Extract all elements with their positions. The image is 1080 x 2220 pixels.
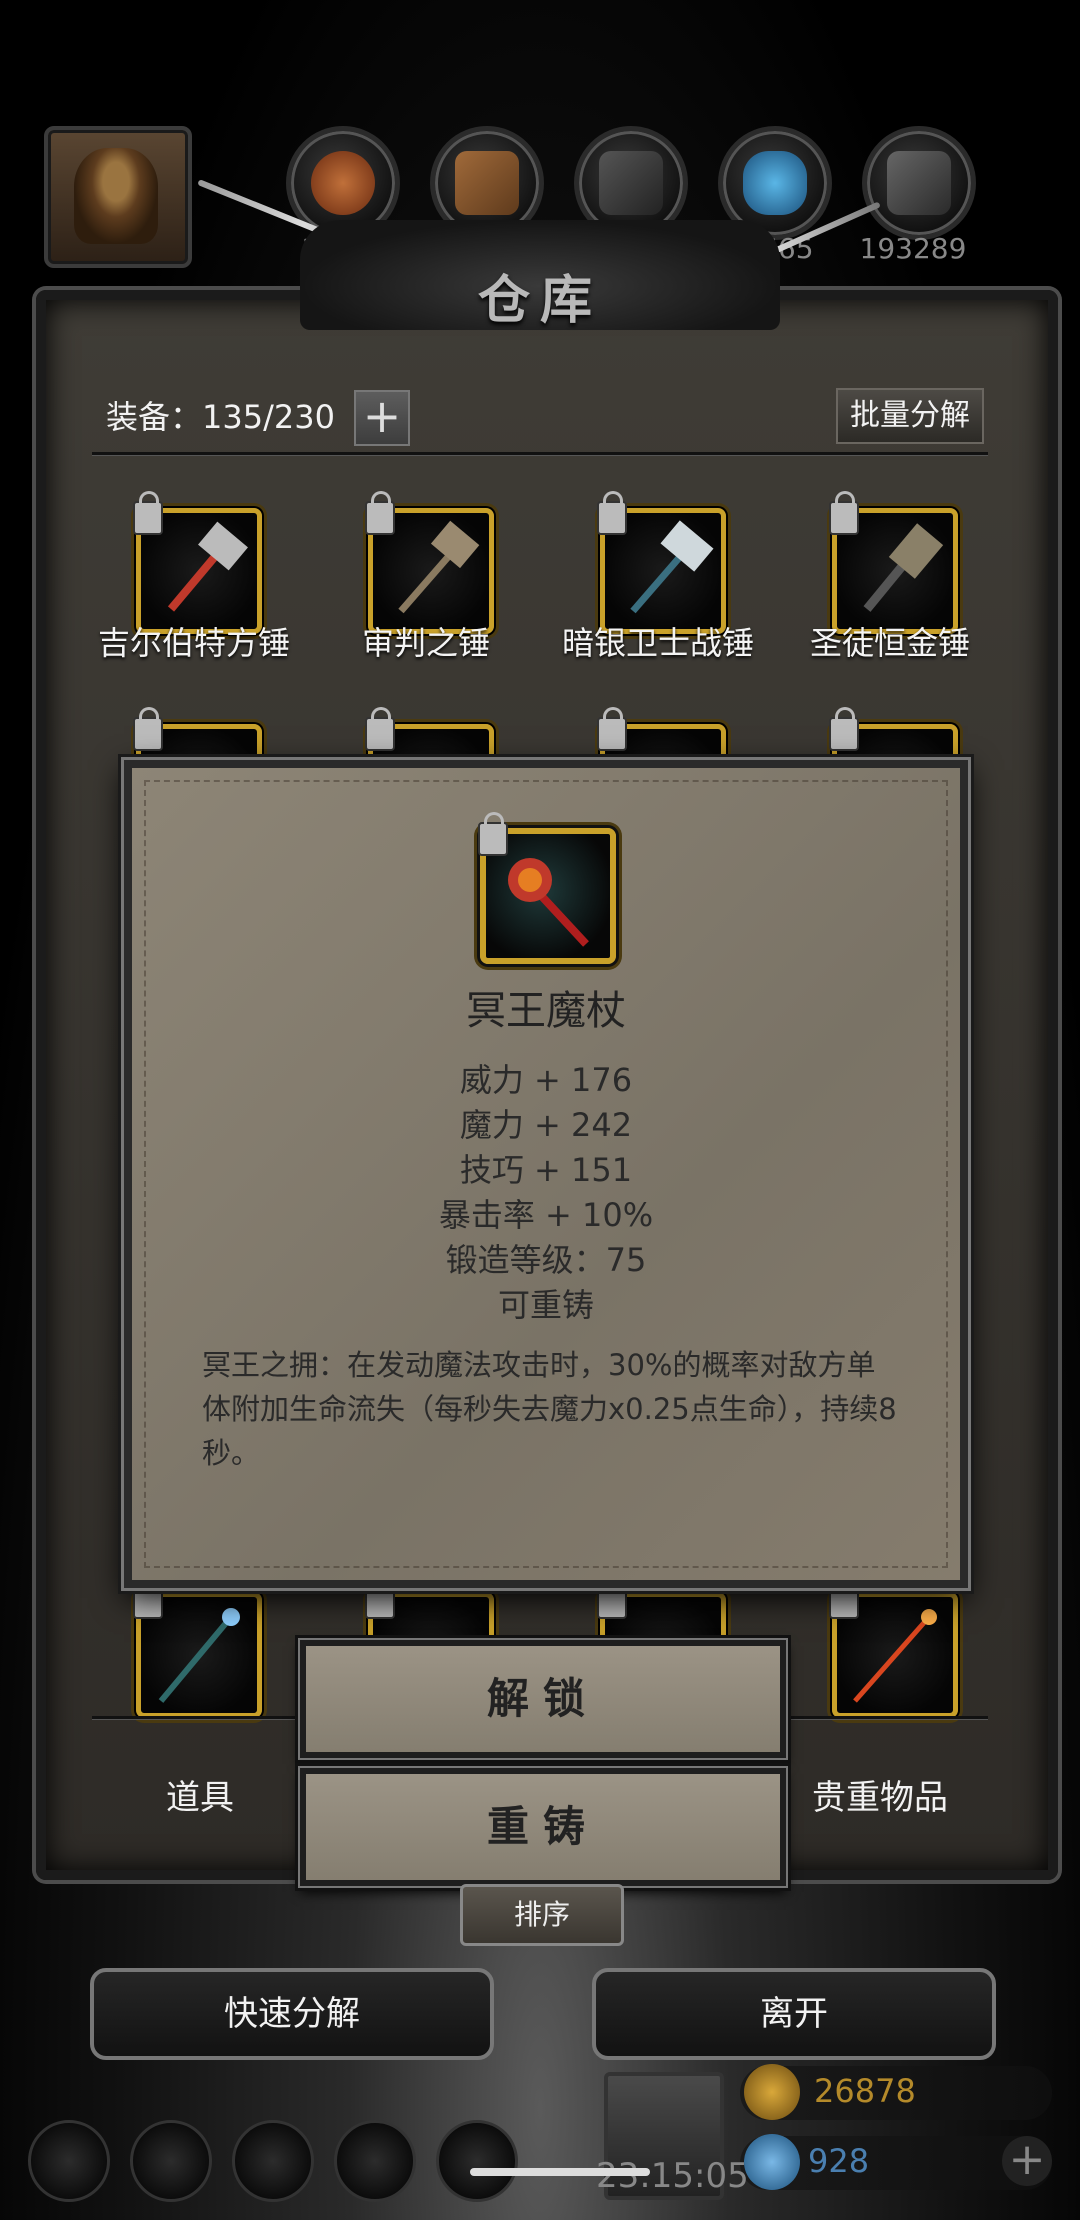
item-slot[interactable] — [133, 491, 262, 634]
equipment-capacity: 装备：135/230 — [106, 398, 335, 436]
item-slot[interactable] — [829, 1575, 958, 1718]
item-name: 吉尔伯特方锤 — [97, 624, 290, 662]
stat-skill: 技巧 + 151 — [459, 1151, 633, 1189]
page-title: 仓库 — [477, 270, 602, 331]
wand-icon — [853, 1609, 937, 1703]
gold-amount: 26878 — [814, 2072, 916, 2110]
tab-valuables[interactable]: 贵重物品 — [812, 1770, 948, 1819]
map-icon[interactable] — [436, 2120, 518, 2202]
gold-coin-icon — [744, 2064, 800, 2120]
item-name: 审判之锤 — [361, 624, 490, 662]
star-icon[interactable] — [130, 2120, 212, 2202]
mace-icon — [863, 523, 944, 612]
stat-crit: 暴击率 + 10% — [438, 1196, 654, 1234]
hammer-icon — [167, 521, 248, 612]
stat-reforgeable: 可重铸 — [497, 1286, 594, 1324]
lock-icon — [597, 1575, 627, 1619]
hammer-icon — [630, 520, 714, 614]
batch-decompose-button[interactable]: 批量分解 — [836, 388, 984, 444]
stat-magic: 魔力 + 242 — [459, 1106, 633, 1144]
stat-power: 威力 + 176 — [459, 1061, 633, 1099]
item-name: 暗银卫士战锤 — [561, 624, 754, 662]
hero-portrait — [74, 148, 158, 244]
lock-icon — [478, 812, 508, 856]
popup-item-description: 冥王之拥：在发动魔法攻击时，30%的概率对敌方单体附加生命流失（每秒失去魔力x0… — [202, 1348, 897, 1470]
lock-icon — [365, 1575, 395, 1619]
popup-item-stats: 威力 + 176 魔力 + 242 技巧 + 151 暴击率 + 10% 锻造等… — [132, 1058, 960, 1328]
gem-amount: 928 — [808, 2142, 870, 2180]
item-detail-popup: 冥王魔杖 威力 + 176 魔力 + 242 技巧 + 151 暴击率 + 10… — [124, 760, 968, 1588]
stat-forge-level: 锻造等级：75 — [445, 1241, 647, 1279]
item-slot[interactable] — [133, 1575, 262, 1718]
item-slot[interactable] — [365, 491, 494, 634]
gem-icon — [744, 2134, 800, 2190]
add-gems-button[interactable]: + — [1002, 2136, 1052, 2186]
player-avatar[interactable] — [44, 126, 192, 268]
popup-item-name: 冥王魔杖 — [466, 988, 626, 1034]
item-slot[interactable] — [597, 491, 726, 634]
item-slot[interactable] — [829, 491, 958, 634]
lock-icon — [597, 707, 627, 751]
lock-icon — [133, 707, 163, 751]
item-name: 圣徒恒金锤 — [809, 624, 970, 662]
reforge-button[interactable]: 重铸 — [300, 1768, 786, 1886]
expand-capacity-button[interactable]: + — [354, 390, 410, 446]
unlock-button[interactable]: 解锁 — [300, 1640, 786, 1758]
sort-button[interactable]: 排序 — [460, 1884, 624, 1946]
settings-gear-icon[interactable] — [28, 2120, 110, 2202]
bag-icon[interactable] — [232, 2120, 314, 2202]
clock-text: 23:15:05 — [596, 2156, 749, 2196]
divider — [92, 452, 988, 455]
popup-item-slot — [478, 812, 616, 964]
leave-button[interactable]: 离开 — [592, 1968, 996, 2060]
lock-icon — [829, 707, 859, 751]
quick-decompose-button[interactable]: 快速分解 — [90, 1968, 494, 2060]
home-indicator[interactable] — [470, 2168, 650, 2176]
hammer-icon — [398, 520, 480, 614]
book-icon[interactable] — [334, 2120, 416, 2202]
staff-icon — [158, 1608, 240, 1703]
tab-items[interactable]: 道具 — [166, 1770, 234, 1819]
lock-icon — [365, 707, 395, 751]
iron-icon — [862, 126, 976, 240]
